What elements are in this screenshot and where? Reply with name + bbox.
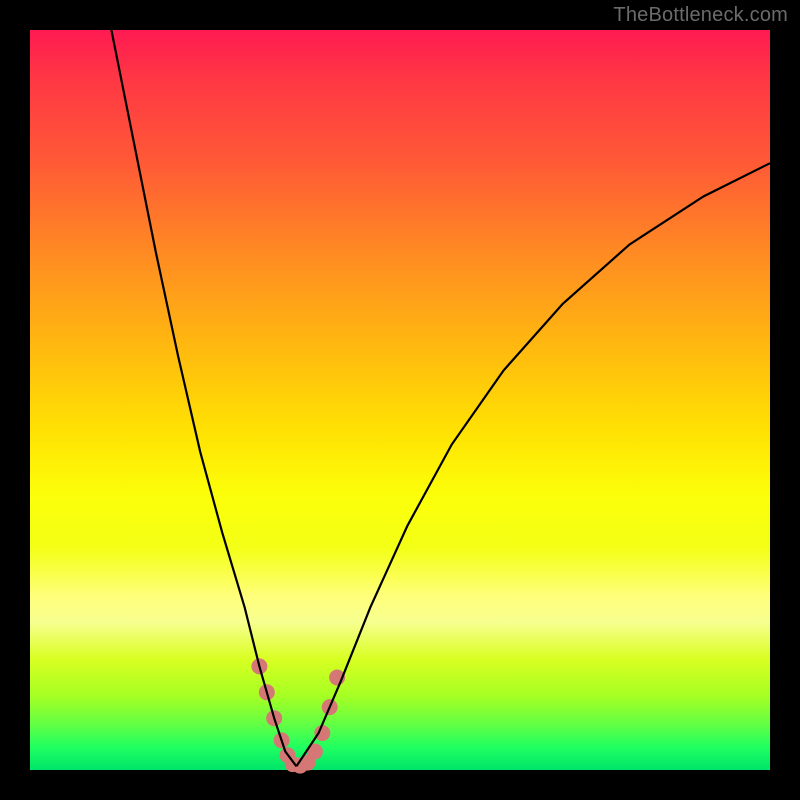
left-curve	[111, 30, 296, 766]
curve-overlay	[30, 30, 770, 770]
right-curve	[296, 163, 770, 766]
chart-frame: TheBottleneck.com	[0, 0, 800, 800]
range-marker	[314, 725, 330, 741]
watermark-text: TheBottleneck.com	[613, 4, 788, 27]
marker-layer	[251, 658, 345, 773]
